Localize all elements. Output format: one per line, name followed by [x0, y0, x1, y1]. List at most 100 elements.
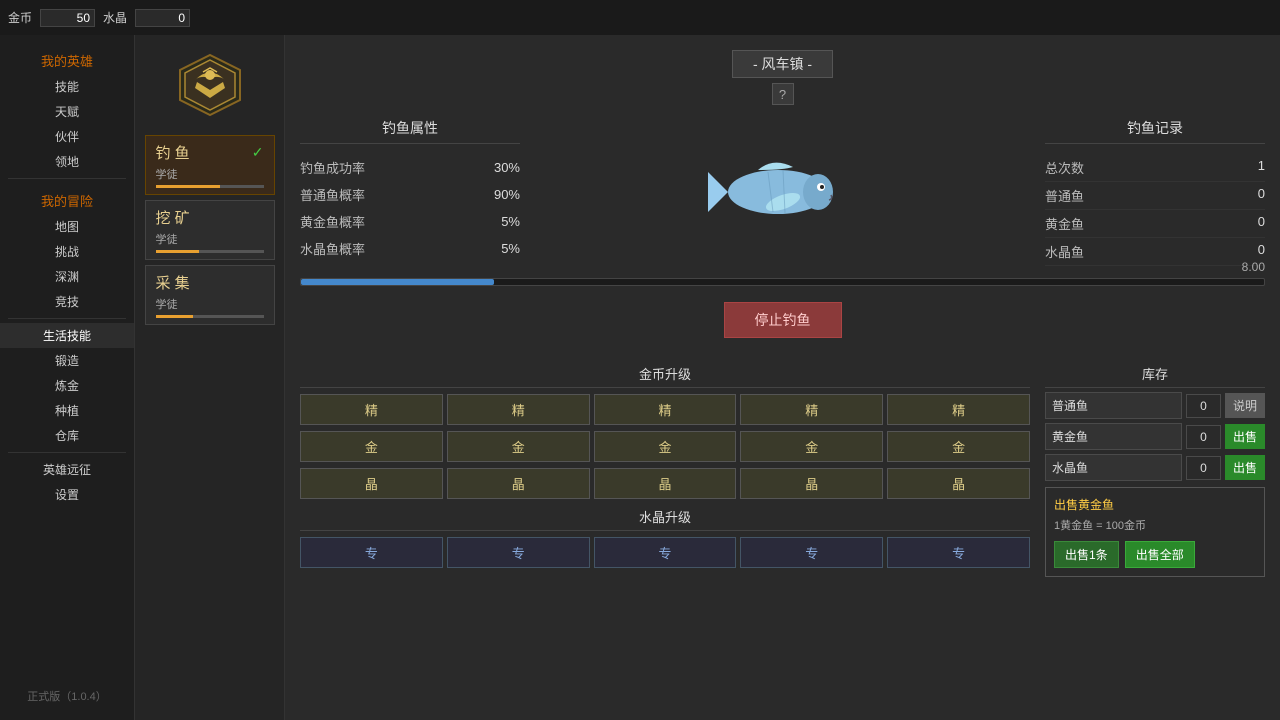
- gold-value: 50: [40, 9, 95, 27]
- inv-normal-label: 普通鱼: [1045, 392, 1182, 419]
- help-button[interactable]: ?: [772, 83, 794, 105]
- sell-popup-title: 出售黄金鱼: [1054, 496, 1256, 513]
- record-total-value: 1: [1258, 158, 1265, 177]
- upgrade-jing-4[interactable]: 精: [740, 394, 883, 425]
- attr-gold-value: 5%: [501, 214, 520, 229]
- adventure-section-title: 我的冒险: [0, 183, 134, 214]
- coin-upgrade-row2: 金 金 金 金 金: [300, 431, 1030, 462]
- skill-mining-level: 学徒: [156, 231, 264, 247]
- divider1: [8, 178, 126, 179]
- upgrade-zhuan-5[interactable]: 专: [887, 537, 1030, 568]
- upgrade-jing2-5[interactable]: 晶: [887, 468, 1030, 499]
- sidebar-item-arena[interactable]: 竞技: [0, 289, 134, 314]
- inv-normal-btn[interactable]: 说明: [1225, 393, 1265, 418]
- upgrade-jing2-3[interactable]: 晶: [594, 468, 737, 499]
- skill-gathering-level: 学徒: [156, 296, 264, 312]
- progress-bar-bg: [300, 278, 1265, 286]
- attr-success-value: 30%: [494, 160, 520, 175]
- sidebar-item-expedition[interactable]: 英雄远征: [0, 457, 134, 482]
- upgrade-jing-2[interactable]: 精: [447, 394, 590, 425]
- record-total: 总次数 1: [1045, 154, 1265, 182]
- divider2: [8, 318, 126, 319]
- inv-gold-btn[interactable]: 出售: [1225, 424, 1265, 449]
- record-gold-label: 黄金鱼: [1045, 214, 1084, 233]
- version-text: 正式版（1.0.4）: [0, 680, 134, 712]
- upgrade-jing-5[interactable]: 精: [887, 394, 1030, 425]
- attr-success-label: 钓鱼成功率: [300, 158, 365, 177]
- upgrade-zhuan-4[interactable]: 专: [740, 537, 883, 568]
- fishing-records-title: 钓鱼记录: [1045, 118, 1265, 144]
- sidebar-item-settings[interactable]: 设置: [0, 482, 134, 507]
- inventory-section: 库存 普通鱼 0 说明 黄金鱼 0 出售 水晶鱼 0 出售: [1045, 356, 1265, 705]
- stop-fishing-button[interactable]: 停止钓鱼: [724, 302, 842, 338]
- crystal-label: 水晶: [103, 9, 131, 26]
- skill-fishing-level: 学徒: [156, 166, 264, 182]
- upgrade-zhuan-3[interactable]: 专: [594, 537, 737, 568]
- inv-crystal-value: 0: [1186, 456, 1221, 480]
- record-normal-value: 0: [1258, 186, 1265, 205]
- sidebar-item-challenge[interactable]: 挑战: [0, 239, 134, 264]
- upgrade-jin-1[interactable]: 金: [300, 431, 443, 462]
- progress-label: 8.00: [1242, 260, 1265, 274]
- upgrade-jing-3[interactable]: 精: [594, 394, 737, 425]
- sidebar-item-alchemy[interactable]: 炼金: [0, 373, 134, 398]
- upgrade-jin-3[interactable]: 金: [594, 431, 737, 462]
- attr-normal-rate: 普通鱼概率 90%: [300, 181, 520, 208]
- fishing-attrs-title: 钓鱼属性: [300, 118, 520, 144]
- upgrade-jin-2[interactable]: 金: [447, 431, 590, 462]
- sidebar-item-forge[interactable]: 锻造: [0, 348, 134, 373]
- skill-fishing-name: 钓 鱼: [156, 142, 190, 163]
- attr-crystal-rate: 水晶鱼概率 5%: [300, 235, 520, 262]
- crystal-upgrade-title: 水晶升级: [300, 507, 1030, 531]
- sidebar-item-abyss[interactable]: 深渊: [0, 264, 134, 289]
- top-bar: 金币 50 水晶 0: [0, 0, 1280, 35]
- inv-crystal-label: 水晶鱼: [1045, 454, 1182, 481]
- main-content: - 风车镇 - ? 钓鱼属性 钓鱼成功率 30% 普通鱼概率 90%: [285, 35, 1280, 720]
- fishing-records: 钓鱼记录 总次数 1 普通鱼 0 黄金鱼 0 水晶鱼: [1045, 118, 1265, 266]
- middle-panel: 钓 鱼 ✓ 学徒 挖 矿 学徒: [135, 35, 285, 720]
- skill-fishing[interactable]: 钓 鱼 ✓ 学徒: [145, 135, 275, 195]
- crystal-value: 0: [135, 9, 190, 27]
- record-normal: 普通鱼 0: [1045, 182, 1265, 210]
- emblem-icon: [175, 50, 245, 120]
- attr-normal-value: 90%: [494, 187, 520, 202]
- attr-crystal-value: 5%: [501, 241, 520, 256]
- inv-crystal-btn[interactable]: 出售: [1225, 455, 1265, 480]
- attr-gold-label: 黄金鱼概率: [300, 212, 365, 231]
- inv-gold-value: 0: [1186, 425, 1221, 449]
- upgrade-jing-1[interactable]: 精: [300, 394, 443, 425]
- upgrade-zhuan-2[interactable]: 专: [447, 537, 590, 568]
- sidebar-item-partner[interactable]: 伙伴: [0, 124, 134, 149]
- upgrade-jing2-4[interactable]: 晶: [740, 468, 883, 499]
- sidebar-item-territory[interactable]: 领地: [0, 149, 134, 174]
- crystal-upgrade-row: 专 专 专 专 专: [300, 537, 1030, 568]
- record-total-label: 总次数: [1045, 158, 1084, 177]
- upgrade-jing2-2[interactable]: 晶: [447, 468, 590, 499]
- sidebar: 我的英雄 技能 天赋 伙伴 领地 我的冒险 地图 挑战 深渊 竞技 生活技能 锻…: [0, 35, 135, 720]
- life-section-title[interactable]: 生活技能: [0, 323, 134, 348]
- upgrade-jin-5[interactable]: 金: [887, 431, 1030, 462]
- skill-fishing-check: ✓: [252, 144, 264, 161]
- sidebar-item-skills[interactable]: 技能: [0, 74, 134, 99]
- coin-upgrade-row1: 精 精 精 精 精: [300, 394, 1030, 425]
- content-top: 钓鱼属性 钓鱼成功率 30% 普通鱼概率 90% 黄金鱼概率 5% 水晶鱼概率: [300, 118, 1265, 266]
- record-normal-label: 普通鱼: [1045, 186, 1084, 205]
- sidebar-item-talent[interactable]: 天赋: [0, 99, 134, 124]
- upgrade-jing2-1[interactable]: 晶: [300, 468, 443, 499]
- content-bottom: 金币升级 精 精 精 精 精 金 金 金 金 金: [300, 356, 1265, 705]
- location-name: - 风车镇 -: [732, 50, 833, 78]
- sell-all-button[interactable]: 出售全部: [1125, 541, 1195, 568]
- gold-resource: 金币 50: [8, 9, 95, 27]
- skill-mining[interactable]: 挖 矿 学徒: [145, 200, 275, 260]
- upgrade-zhuan-1[interactable]: 专: [300, 537, 443, 568]
- record-gold: 黄金鱼 0: [1045, 210, 1265, 238]
- sell-one-button[interactable]: 出售1条: [1054, 541, 1119, 568]
- skill-gathering[interactable]: 采 集 学徒: [145, 265, 275, 325]
- record-crystal: 水晶鱼 0: [1045, 238, 1265, 266]
- hero-section-title: 我的英雄: [0, 43, 134, 74]
- sidebar-item-warehouse[interactable]: 仓库: [0, 423, 134, 448]
- upgrade-jin-4[interactable]: 金: [740, 431, 883, 462]
- sidebar-item-plant[interactable]: 种植: [0, 398, 134, 423]
- inv-gold-label: 黄金鱼: [1045, 423, 1182, 450]
- sidebar-item-map[interactable]: 地图: [0, 214, 134, 239]
